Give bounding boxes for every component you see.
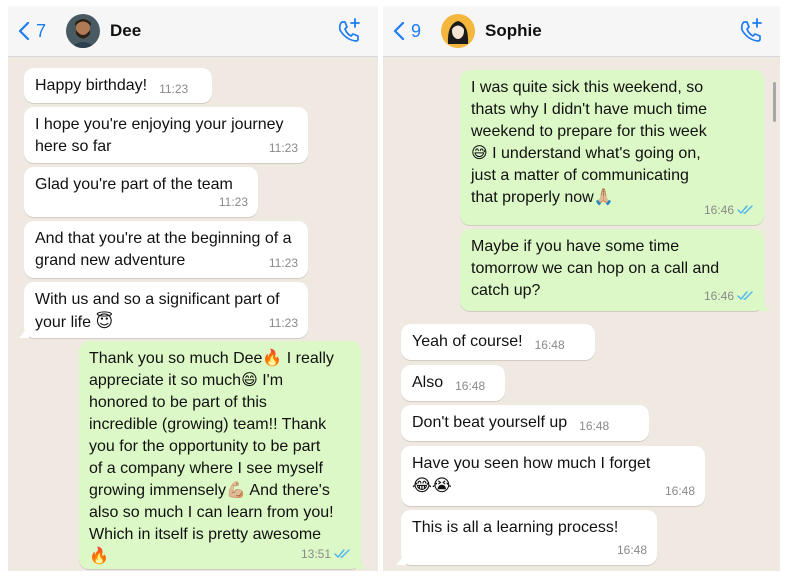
message-line: Maybe if you have some time: [471, 238, 680, 255]
message-list[interactable]: Happy birthday! 11:23 I hope you're enjoy…: [8, 58, 378, 571]
double-check-icon: [334, 549, 350, 559]
message-status: 16:46: [704, 199, 754, 221]
message-line: appreciate it so much😄 I'm: [89, 372, 284, 389]
message-line: tomorrow we can hop on a call and: [471, 260, 720, 277]
message-text: Glad you're part of the team: [35, 176, 233, 193]
message-line: you for the opportunity to be part: [89, 438, 321, 455]
message-text: I hope you're enjoying your journey here…: [35, 116, 284, 155]
bubble-tail: [19, 326, 29, 338]
message-time: 13:51: [300, 547, 331, 561]
message-text: This is all a learning process!: [412, 519, 619, 536]
contact-name[interactable]: Sophie: [485, 21, 736, 41]
unread-count: 9: [411, 20, 422, 41]
message-line: 😅 I understand what's going on,: [471, 145, 701, 162]
message-time: 11:23: [159, 82, 189, 96]
chat-panel-sophie: 9 Sophie I was quite sick this weekend, …: [383, 6, 780, 571]
phone-plus-icon[interactable]: [334, 16, 364, 46]
avatar[interactable]: [66, 14, 100, 48]
contact-name[interactable]: Dee: [110, 21, 334, 41]
double-check-icon: [737, 205, 753, 215]
message-line: honored to be part of this: [89, 394, 267, 411]
halo-emoji: 😇: [95, 312, 114, 331]
back-button[interactable]: 9: [393, 21, 441, 42]
message-text: Have you seen how much I forget: [412, 455, 651, 472]
message-bubble[interactable]: Glad you're part of the team 11:23: [24, 167, 258, 217]
laughing-crying-emoji: 😂😭: [412, 476, 452, 495]
message-bubble[interactable]: Happy birthday! 11:23: [24, 68, 212, 103]
message-bubble[interactable]: Don't beat yourself up 16:48: [401, 405, 649, 441]
message-bubble[interactable]: Yeah of course! 16:48: [401, 324, 595, 360]
message-list[interactable]: I was quite sick this weekend, so thats …: [383, 58, 780, 571]
message-text: Also: [412, 374, 444, 391]
message-text: Don't beat yourself up: [412, 414, 568, 431]
message-line: I was quite sick this weekend, so: [471, 79, 704, 96]
message-time: 16:48: [616, 543, 647, 557]
chevron-left-icon: [18, 22, 30, 40]
message-text: With us and so a significant part of you…: [35, 291, 280, 331]
chevron-left-icon: [393, 22, 405, 40]
message-time: 16:48: [664, 484, 695, 498]
back-button[interactable]: 7: [18, 21, 66, 42]
message-line: thats why I didn't have much time: [471, 101, 708, 118]
message-bubble[interactable]: Have you seen how much I forget 😂😭 16:48: [401, 446, 705, 506]
message-time: 16:48: [455, 379, 486, 393]
message-bubble[interactable]: I hope you're enjoying your journey here…: [24, 107, 308, 163]
message-time: 16:48: [534, 338, 565, 352]
message-status: 16:46: [704, 285, 754, 307]
bubble-tail: [759, 299, 769, 311]
message-bubble[interactable]: Maybe if you have some time tomorrow we …: [460, 229, 769, 311]
message-line: incredible (growing) team!! Thank: [89, 416, 327, 433]
message-time: 16:48: [579, 419, 610, 433]
message-bubble[interactable]: And that you're at the beginning of a gr…: [24, 221, 308, 278]
bubble-tail: [356, 557, 366, 569]
message-time: 11:23: [268, 141, 298, 155]
message-bubble[interactable]: This is all a learning process! 16:48: [396, 510, 657, 565]
phone-plus-icon[interactable]: [736, 16, 766, 46]
message-time: 11:23: [268, 256, 298, 270]
message-line: Thank you so much Dee🔥 I really: [89, 350, 334, 367]
message-text: And that you're at the beginning of a gr…: [35, 230, 292, 269]
scrollbar[interactable]: [773, 82, 776, 122]
chat-header: 9 Sophie: [383, 6, 780, 57]
chat-panel-dee: 7 Dee Happy birthday! 11:23 I hope you're…: [8, 6, 378, 571]
message-line: weekend to prepare for this week: [471, 123, 707, 140]
message-bubble[interactable]: Also 16:48: [401, 365, 505, 401]
message-bubble[interactable]: Thank you so much Dee🔥 I really apprecia…: [79, 341, 366, 569]
unread-count: 7: [36, 20, 47, 41]
message-text: Yeah of course!: [412, 333, 523, 350]
message-line: also so much I can learn from you!: [89, 504, 334, 521]
chat-header: 7 Dee: [8, 6, 378, 57]
message-line: just a matter of communicating: [471, 167, 689, 184]
double-check-icon: [737, 291, 753, 301]
message-bubble[interactable]: I was quite sick this weekend, so thats …: [460, 70, 764, 225]
message-bubble[interactable]: With us and so a significant part of you…: [19, 282, 308, 338]
bubble-tail: [396, 553, 406, 565]
avatar[interactable]: [441, 14, 475, 48]
message-text: Happy birthday!: [35, 77, 148, 94]
message-status: 13:51: [301, 543, 351, 565]
message-time: 11:23: [268, 316, 298, 330]
message-time: 16:46: [703, 289, 734, 303]
message-line: growing immensely💪🏼 And there's: [89, 482, 330, 499]
message-line: of a company where I see myself: [89, 460, 323, 477]
message-time: 11:23: [218, 195, 248, 209]
message-time: 16:46: [703, 203, 734, 217]
